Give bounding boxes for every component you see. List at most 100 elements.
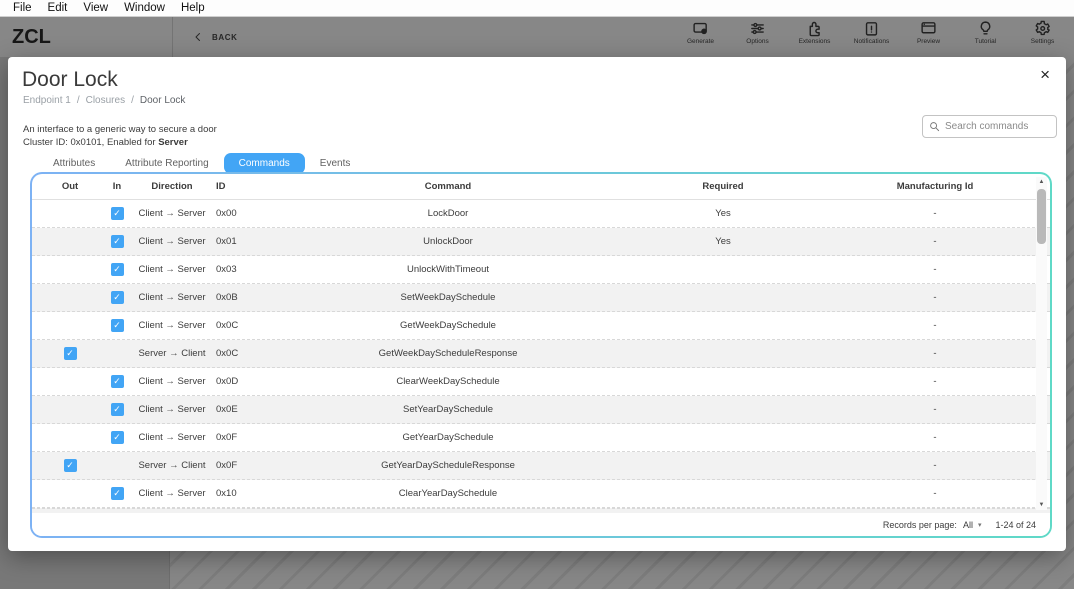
direction-cell: Client → Server xyxy=(136,320,208,331)
search-icon xyxy=(929,121,940,132)
table-row: ✓Client → Server0x03UnlockWithTimeout- xyxy=(32,256,1050,284)
menu-item-file[interactable]: File xyxy=(6,2,39,14)
manufacturing-id-cell: - xyxy=(838,264,1032,275)
manufacturing-id-cell: - xyxy=(838,376,1032,387)
id-cell: 0x03 xyxy=(208,264,288,275)
table-scrollbar[interactable]: ▲ ▼ xyxy=(1036,177,1047,510)
required-cell: Yes xyxy=(608,208,838,219)
records-per-page-label: Records per page: xyxy=(883,520,957,530)
menu-item-help[interactable]: Help xyxy=(174,2,212,14)
scroll-up-icon[interactable]: ▲ xyxy=(1039,177,1045,187)
table-footer: Records per page: All ▾ 1-24 of 24 xyxy=(32,513,1050,536)
manufacturing-id-cell: - xyxy=(838,320,1032,331)
manufacturing-id-cell: - xyxy=(838,404,1032,415)
out-checkbox[interactable]: ✓ xyxy=(64,347,77,360)
in-cell: ✓ xyxy=(98,263,136,276)
in-cell: ✓ xyxy=(98,235,136,248)
id-cell: 0x00 xyxy=(208,208,288,219)
search-box xyxy=(922,115,1057,138)
table-body: ✓Client → Server0x00LockDoorYes-✓Client … xyxy=(32,200,1050,517)
direction-cell: Client → Server xyxy=(136,376,208,387)
table-row: ✓Client → Server0x0FGetYearDaySchedule- xyxy=(32,424,1050,452)
direction-cell: Client → Server xyxy=(136,432,208,443)
scrollbar-thumb[interactable] xyxy=(1037,189,1046,244)
out-cell: ✓ xyxy=(42,459,98,472)
command-cell: ClearYearDaySchedule xyxy=(288,488,608,499)
breadcrumb-item[interactable]: Closures xyxy=(86,95,125,106)
in-checkbox[interactable]: ✓ xyxy=(111,487,124,500)
search-input[interactable] xyxy=(945,121,1050,132)
command-cell: LockDoor xyxy=(288,208,608,219)
command-cell: GetWeekDaySchedule xyxy=(288,320,608,331)
column-header-in: In xyxy=(98,181,136,192)
in-checkbox[interactable]: ✓ xyxy=(111,235,124,248)
manufacturing-id-cell: - xyxy=(838,208,1032,219)
menu-item-view[interactable]: View xyxy=(76,2,115,14)
manufacturing-id-cell: - xyxy=(838,488,1032,499)
door-lock-dialog: × Door Lock Endpoint 1/Closures/Door Loc… xyxy=(8,57,1066,551)
in-cell: ✓ xyxy=(98,375,136,388)
command-cell: SetYearDaySchedule xyxy=(288,404,608,415)
table-row: ✓Client → Server0x0BSetWeekDaySchedule- xyxy=(32,284,1050,312)
table-row: ✓Client → Server0x01UnlockDoorYes- xyxy=(32,228,1050,256)
manufacturing-id-cell: - xyxy=(838,460,1032,471)
table-row: ✓Server → Client0x0FGetYearDayScheduleRe… xyxy=(32,452,1050,480)
breadcrumb-item: Door Lock xyxy=(140,95,186,106)
in-cell: ✓ xyxy=(98,403,136,416)
in-checkbox[interactable]: ✓ xyxy=(111,319,124,332)
in-cell: ✓ xyxy=(98,291,136,304)
direction-cell: Client → Server xyxy=(136,292,208,303)
id-cell: 0x01 xyxy=(208,236,288,247)
breadcrumb-separator: / xyxy=(131,95,134,106)
in-cell: ✓ xyxy=(98,207,136,220)
column-header-direction: Direction xyxy=(136,181,208,192)
scroll-down-icon[interactable]: ▼ xyxy=(1039,500,1045,510)
in-cell: ✓ xyxy=(98,487,136,500)
tab-events[interactable]: Events xyxy=(305,153,366,174)
menu-item-window[interactable]: Window xyxy=(117,2,172,14)
in-checkbox[interactable]: ✓ xyxy=(111,207,124,220)
table-row: ✓Server → Client0x0CGetWeekDayScheduleRe… xyxy=(32,340,1050,368)
column-header-command: Command xyxy=(288,181,608,192)
records-per-page-select[interactable]: All ▾ xyxy=(963,520,982,530)
direction-cell: Client → Server xyxy=(136,236,208,247)
command-cell: ClearWeekDaySchedule xyxy=(288,376,608,387)
breadcrumb-item[interactable]: Endpoint 1 xyxy=(23,95,71,106)
direction-cell: Client → Server xyxy=(136,488,208,499)
manufacturing-id-cell: - xyxy=(838,236,1032,247)
id-cell: 0x0C xyxy=(208,320,288,331)
out-checkbox[interactable]: ✓ xyxy=(64,459,77,472)
direction-cell: Client → Server xyxy=(136,264,208,275)
cluster-description: An interface to a generic way to secure … xyxy=(23,123,1066,136)
manufacturing-id-cell: - xyxy=(838,292,1032,303)
in-checkbox[interactable]: ✓ xyxy=(111,431,124,444)
menu-item-edit[interactable]: Edit xyxy=(41,2,75,14)
tab-attributes[interactable]: Attributes xyxy=(38,153,110,174)
column-header-required: Required xyxy=(608,181,838,192)
manufacturing-id-cell: - xyxy=(838,348,1032,359)
id-cell: 0x0F xyxy=(208,432,288,443)
in-checkbox[interactable]: ✓ xyxy=(111,375,124,388)
column-header-manufacturing-id: Manufacturing Id xyxy=(838,181,1032,192)
in-checkbox[interactable]: ✓ xyxy=(111,263,124,276)
in-checkbox[interactable]: ✓ xyxy=(111,403,124,416)
direction-cell: Client → Server xyxy=(136,404,208,415)
required-cell: Yes xyxy=(608,236,838,247)
id-cell: 0x0F xyxy=(208,460,288,471)
tab-commands[interactable]: Commands xyxy=(224,153,305,174)
column-header-id: ID xyxy=(208,181,288,192)
id-cell: 0x10 xyxy=(208,488,288,499)
page-title: Door Lock xyxy=(22,68,1066,92)
tab-attribute-reporting[interactable]: Attribute Reporting xyxy=(110,153,223,174)
column-header-out: Out xyxy=(42,181,98,192)
in-cell: ✓ xyxy=(98,319,136,332)
pagination-range: 1-24 of 24 xyxy=(995,520,1036,530)
id-cell: 0x0D xyxy=(208,376,288,387)
table-row: ✓Client → Server0x0ESetYearDaySchedule- xyxy=(32,396,1050,424)
command-cell: GetYearDaySchedule xyxy=(288,432,608,443)
table-row: ✓Client → Server0x00LockDoorYes- xyxy=(32,200,1050,228)
command-cell: GetWeekDayScheduleResponse xyxy=(288,348,608,359)
close-icon[interactable]: × xyxy=(1040,66,1050,83)
direction-cell: Server → Client xyxy=(136,348,208,359)
in-checkbox[interactable]: ✓ xyxy=(111,291,124,304)
